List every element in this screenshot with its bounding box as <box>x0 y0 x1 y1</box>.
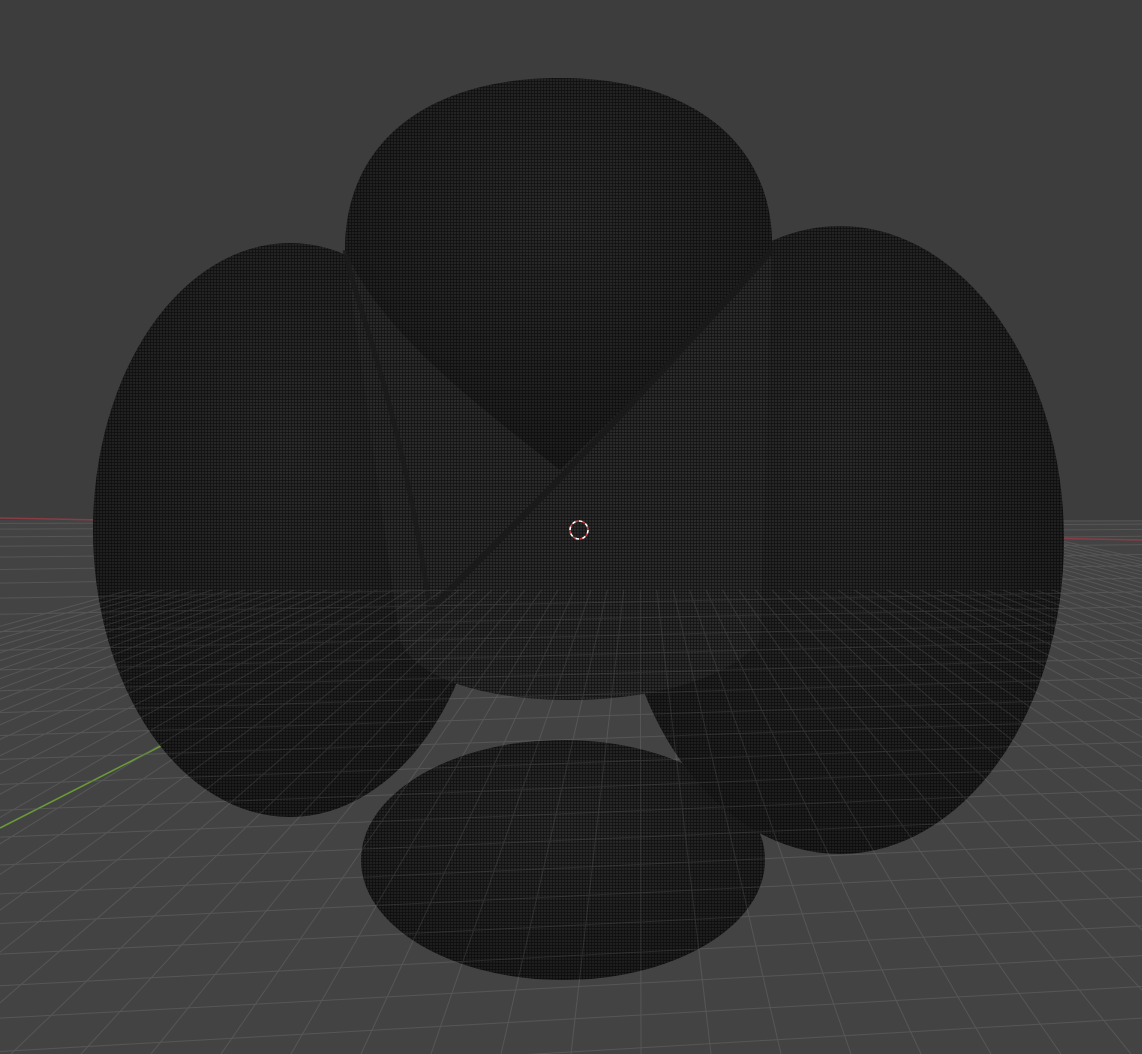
viewport-canvas[interactable] <box>0 0 1142 1054</box>
3d-viewport[interactable] <box>0 0 1142 1054</box>
